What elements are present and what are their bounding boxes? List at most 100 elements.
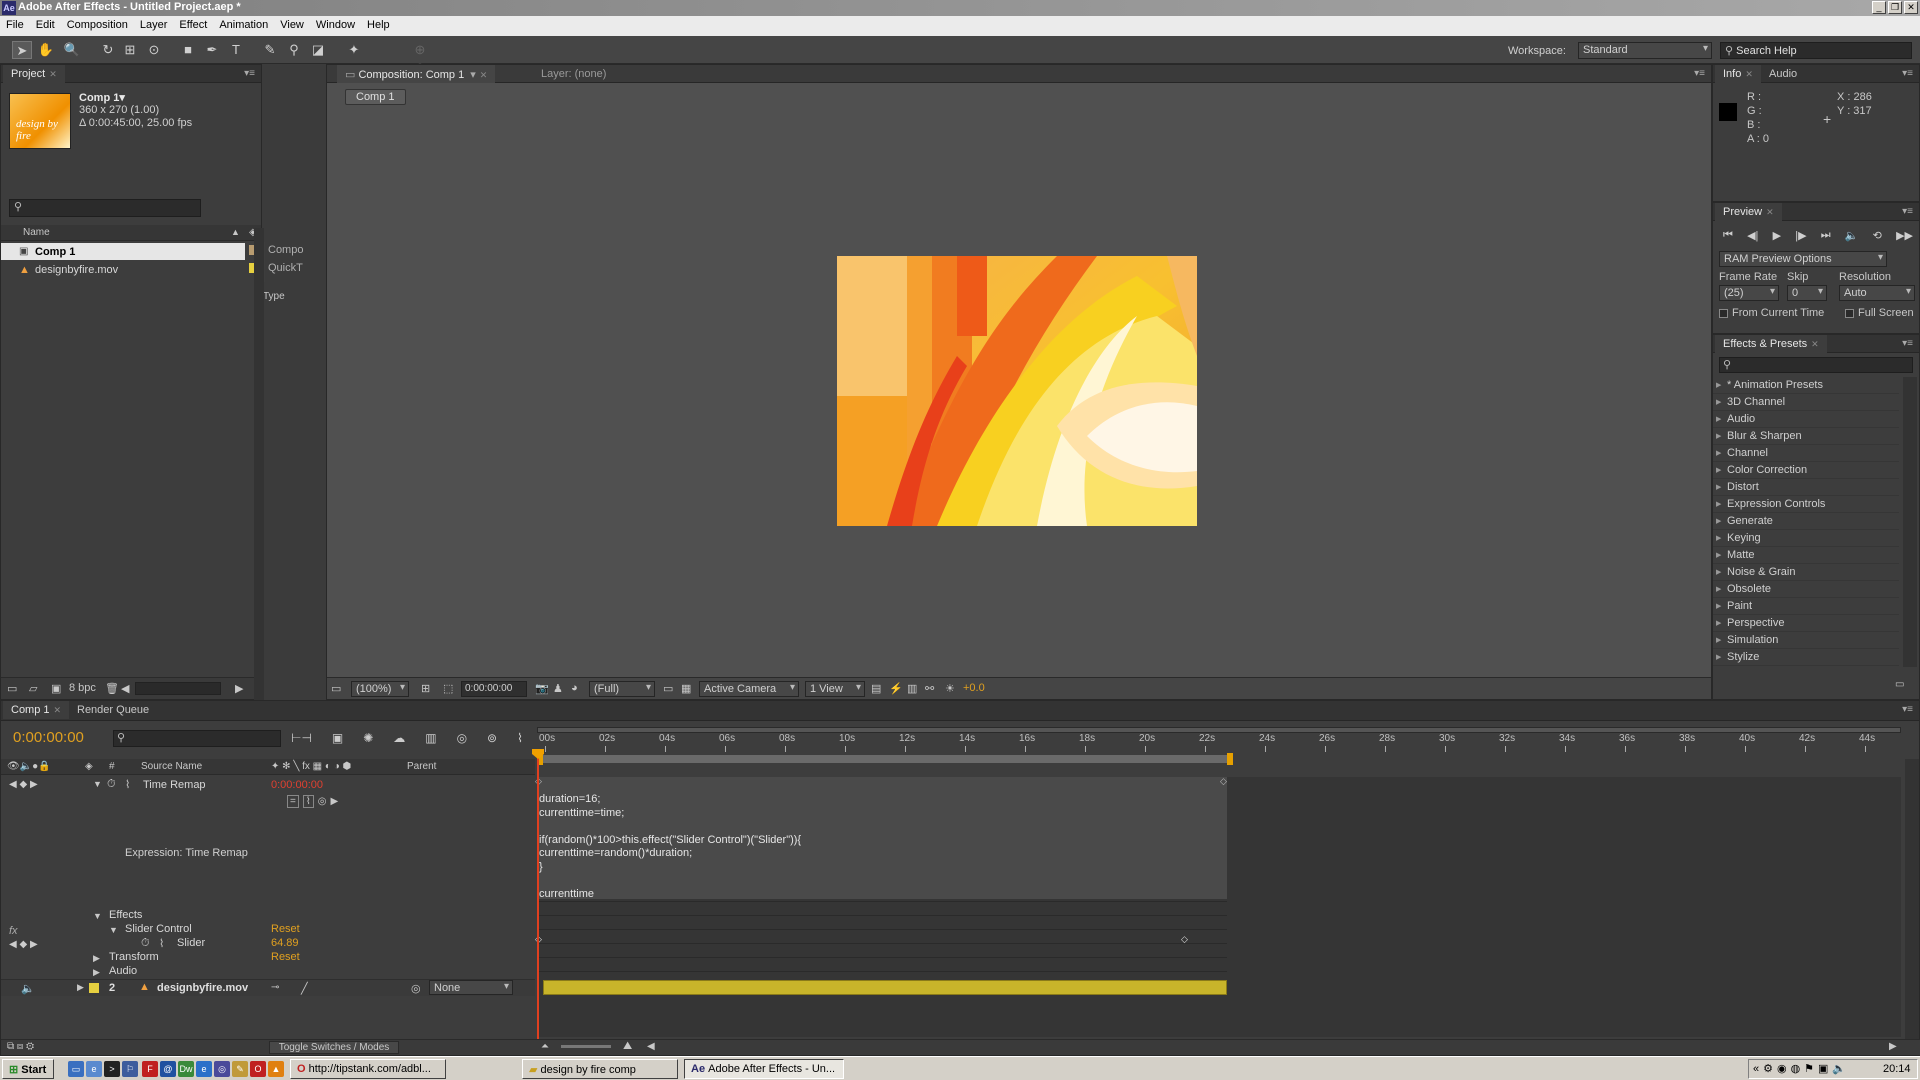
shy-switch-icon[interactable]: ⊸ — [271, 982, 279, 993]
selection-tool-icon[interactable]: ➤ — [12, 41, 32, 59]
type-tool-icon[interactable]: T — [226, 41, 246, 59]
menu-animation[interactable]: Animation — [213, 16, 274, 31]
snapshot-icon[interactable]: 📷 — [535, 682, 549, 695]
draft-3d-icon[interactable]: ✺ — [363, 731, 373, 745]
layer-name[interactable]: designbyfire.mov — [157, 982, 248, 994]
last-frame-icon[interactable]: ⏭ — [1821, 229, 1831, 242]
panel-menu-icon[interactable]: ▾≡ — [1902, 338, 1913, 349]
graph-editor-icon[interactable]: ⌇ — [517, 731, 523, 745]
sort-arrow-icon[interactable]: ▲ — [231, 227, 240, 237]
scroll-right-icon[interactable]: ▶ — [1889, 1041, 1897, 1052]
fx-noise-grain[interactable]: Noise & Grain — [1713, 564, 1899, 581]
fx-generate[interactable]: Generate — [1713, 513, 1899, 530]
fx-matte[interactable]: Matte — [1713, 547, 1899, 564]
fx-paint[interactable]: Paint — [1713, 598, 1899, 615]
comp-mini-flowchart-icon[interactable]: ⊢⊣ — [291, 731, 312, 745]
minimize-button[interactable]: _ — [1872, 1, 1886, 14]
tab-audio[interactable]: Audio — [1761, 65, 1805, 83]
resolution-select[interactable]: Auto — [1839, 285, 1915, 301]
panel-menu-icon[interactable]: ▾≡ — [244, 68, 255, 79]
expression-graph-icon[interactable]: ⌇ — [302, 795, 314, 808]
time-remap-value[interactable]: 0:00:00:00 — [271, 779, 323, 791]
slider-label[interactable]: Slider — [177, 937, 205, 949]
ie-icon[interactable]: e — [196, 1061, 212, 1077]
project-vertical-scrollbar[interactable] — [254, 228, 264, 708]
pen-tool-icon[interactable]: ✒ — [202, 41, 222, 59]
keyframe-diamond[interactable]: ◇ — [1220, 776, 1227, 787]
transform-reset[interactable]: Reset — [271, 951, 300, 963]
fx-animation-presets[interactable]: * Animation Presets — [1713, 377, 1899, 394]
camera-select[interactable]: Active Camera — [699, 681, 799, 697]
expression-pickwhip-icon[interactable]: ◎ — [318, 796, 327, 807]
exposure-value[interactable]: +0.0 — [963, 682, 985, 694]
new-comp-icon[interactable]: ▣ — [51, 682, 61, 695]
slider-value[interactable]: 64.89 — [271, 937, 299, 949]
label-column-icon[interactable]: ◈ — [85, 761, 93, 772]
opera-icon[interactable]: O — [250, 1061, 266, 1077]
timeline-timecode[interactable]: 0:00:00:00 — [13, 729, 84, 746]
work-area-end[interactable] — [1227, 753, 1233, 765]
vlc-icon[interactable]: ▲ — [268, 1061, 284, 1077]
next-frame-icon[interactable]: |▶ — [1795, 229, 1806, 242]
keyframe-diamond[interactable]: ◇ — [1181, 934, 1188, 945]
brainstorm-icon[interactable]: ⊚ — [487, 731, 497, 745]
browser-icon[interactable]: @ — [160, 1061, 176, 1077]
live-update-icon[interactable]: ▣ — [332, 731, 343, 745]
clock[interactable]: 20:14 — [1883, 1063, 1911, 1075]
tab-info[interactable]: Info ✕ — [1715, 65, 1761, 83]
frame-rate-select[interactable]: (25) — [1719, 285, 1779, 301]
play-icon[interactable]: ▶ — [1773, 229, 1781, 242]
panel-menu-icon[interactable]: ▾≡ — [1902, 68, 1913, 79]
fx-expression-controls[interactable]: Expression Controls — [1713, 496, 1899, 513]
notepad-icon[interactable]: ✎ — [232, 1061, 248, 1077]
menu-window[interactable]: Window — [310, 16, 361, 31]
mask-visibility-icon[interactable]: ⬚ — [443, 682, 453, 695]
network-icon[interactable]: ⚐ — [122, 1061, 138, 1077]
menu-view[interactable]: View — [274, 16, 310, 31]
tab-effects-presets[interactable]: Effects & Presets ✕ — [1715, 335, 1827, 353]
keyframe-nav-icons[interactable]: ◀ ◆ ▶ — [9, 939, 38, 950]
expression-enable-icon[interactable]: = — [287, 795, 299, 808]
hand-tool-icon[interactable]: ✋ — [36, 41, 56, 59]
layer-duration-bar[interactable] — [543, 980, 1227, 995]
composition-viewer-image[interactable] — [837, 256, 1197, 526]
puppet-tool-icon[interactable]: ✦ — [344, 41, 364, 59]
tab-composition[interactable]: ▭ Composition: Comp 1 ▾ ✕ — [337, 65, 496, 83]
slider-control-label[interactable]: Slider Control — [125, 923, 192, 935]
expand-arrow-icon[interactable]: ▼ — [93, 779, 102, 789]
tab-render-queue[interactable]: Render Queue — [69, 701, 157, 719]
transparency-grid-icon[interactable]: ▦ — [681, 682, 691, 695]
menu-file[interactable]: File — [0, 16, 30, 31]
effects-search-input[interactable]: ⚲ — [1719, 357, 1913, 373]
slider-control-reset[interactable]: Reset — [271, 923, 300, 935]
fx-distort[interactable]: Distort — [1713, 479, 1899, 496]
motion-blur-icon[interactable]: ◎ — [457, 731, 467, 745]
fx-perspective[interactable]: Perspective — [1713, 615, 1899, 632]
hide-shy-icon[interactable]: ☁ — [393, 731, 405, 745]
previous-frame-icon[interactable]: ◀| — [1747, 229, 1758, 242]
timeline-track-area[interactable]: ◇ ◇ duration=16; currenttime=time; if(ra… — [532, 749, 1901, 1039]
tray-icons[interactable]: «⚙◉◍⚑▣🔈 — [1753, 1062, 1850, 1075]
tab-project[interactable]: Project ✕ — [3, 65, 65, 83]
expand-arrow-icon[interactable]: ▼ — [93, 911, 102, 921]
scroll-right-icon[interactable]: ▶ — [235, 682, 243, 695]
task-after-effects[interactable]: Ae Adobe After Effects - Un... — [684, 1059, 844, 1079]
menu-layer[interactable]: Layer — [134, 16, 174, 31]
cmd-icon[interactable]: > — [104, 1061, 120, 1077]
time-navigator[interactable] — [537, 727, 1901, 733]
loop-icon[interactable]: ⟲ — [1873, 229, 1882, 242]
view-layout-select[interactable]: 1 View — [805, 681, 865, 697]
expand-arrow-icon[interactable]: ▶ — [93, 967, 100, 978]
menu-composition[interactable]: Composition — [61, 16, 134, 31]
col-type[interactable]: Type — [263, 291, 285, 302]
quality-switch-icon[interactable]: ╱ — [301, 982, 308, 995]
magnification-select[interactable]: (100%) — [351, 681, 409, 697]
toggle-switches-icon[interactable]: ⧉ ⧈ ⚙ — [7, 1041, 34, 1052]
toggle-pixel-aspect-icon[interactable]: ▤ — [871, 682, 881, 695]
work-area-bar[interactable] — [537, 755, 1231, 763]
maximize-button[interactable]: ❐ — [1888, 1, 1902, 14]
project-item-footage[interactable]: ▲ designbyfire.mov — [1, 261, 245, 278]
tab-preview[interactable]: Preview ✕ — [1715, 203, 1782, 221]
start-button[interactable]: ⊞ Start — [2, 1059, 54, 1079]
transform-label[interactable]: Transform — [109, 951, 159, 963]
